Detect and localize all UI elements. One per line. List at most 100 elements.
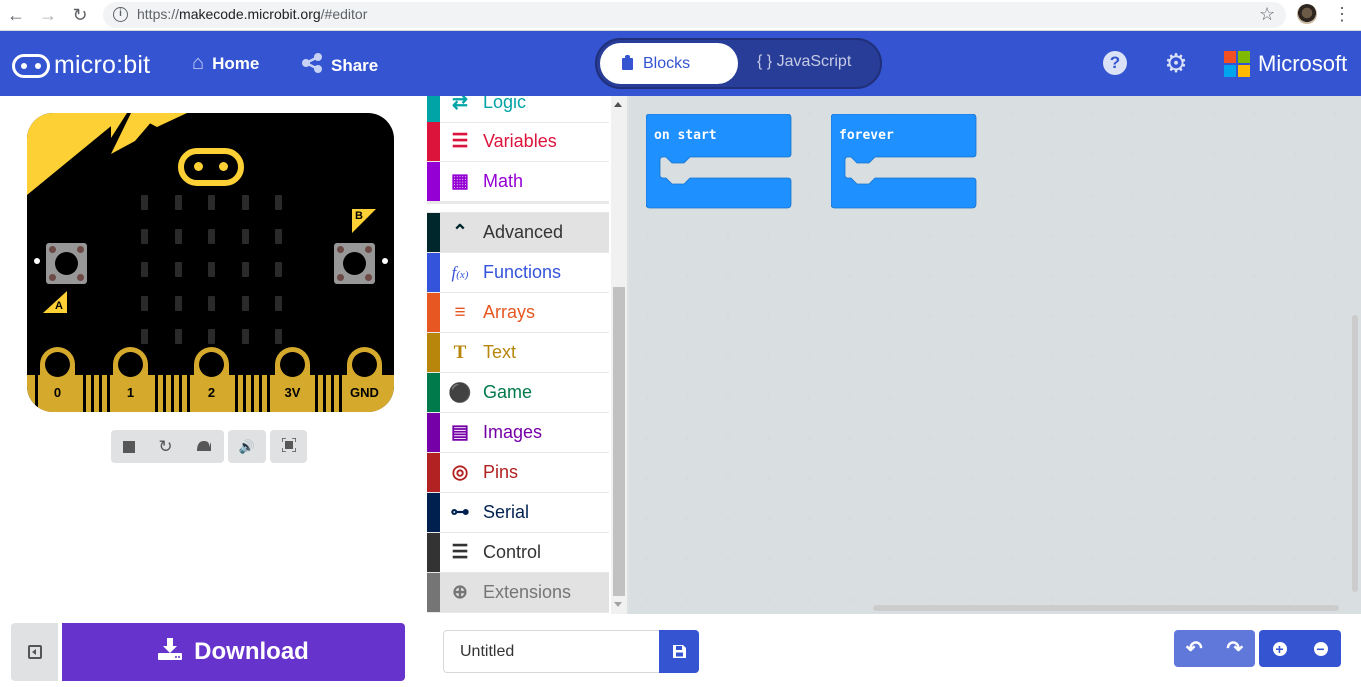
microsoft-grid-icon (1224, 51, 1250, 77)
edge-finger (91, 375, 94, 412)
gear-icon[interactable]: ⚙ (1164, 50, 1188, 76)
toolbox-category-pins[interactable]: ◎ Pins (427, 453, 609, 493)
toolbox-category-advanced[interactable]: ⌃ Advanced (427, 213, 609, 253)
category-label: Images (483, 422, 543, 442)
scroll-up-icon[interactable] (614, 102, 622, 107)
microbit-face-logo[interactable] (178, 148, 244, 186)
address-bar[interactable]: i https://makecode.microbit.org/#editor … (103, 2, 1286, 28)
edge-finger (171, 375, 174, 412)
toolbox-category-functions[interactable]: f(x) Functions (427, 253, 609, 293)
zoom-out-icon[interactable]: − (1313, 641, 1328, 656)
pin-label: GND (350, 385, 379, 400)
home-icon: ⌂ (192, 52, 205, 74)
stop-icon[interactable] (122, 440, 135, 453)
workspace-horizontal-scrollbar[interactable] (873, 605, 1339, 611)
collapse-simulator-button[interactable] (11, 623, 58, 681)
button-b-label: B (355, 210, 363, 222)
toolbox-category-extensions[interactable]: ⊕ Extensions (427, 573, 609, 613)
text-icon: T (453, 341, 467, 363)
redo-icon[interactable]: ↷ (1226, 636, 1243, 661)
category-label: Variables (483, 131, 557, 151)
editor-footer: Download ↶ ↷ + − (0, 614, 1361, 687)
led (275, 195, 282, 210)
led (174, 228, 182, 244)
toolbox-category-serial[interactable]: ⊶ Serial (427, 493, 609, 533)
button-a[interactable] (46, 243, 87, 284)
restart-icon[interactable]: ↻ (158, 437, 172, 457)
kebab-icon[interactable]: ⋮ (1333, 3, 1351, 25)
forever-block[interactable]: forever (830, 113, 977, 214)
pin-3v[interactable] (275, 347, 310, 412)
led (174, 195, 182, 210)
category-color-bar (427, 453, 440, 492)
download-button[interactable]: Download (62, 623, 405, 681)
microsoft-logo[interactable]: Microsoft (1224, 51, 1347, 77)
zoom-in-icon[interactable]: + (1272, 641, 1287, 656)
undo-icon[interactable]: ↶ (1186, 636, 1203, 661)
pin-0[interactable] (40, 347, 75, 412)
led (208, 228, 215, 244)
microsoft-text: Microsoft (1258, 51, 1348, 76)
led (241, 195, 249, 210)
pin-gnd[interactable] (347, 347, 382, 412)
zoom-group: + − (1259, 630, 1341, 667)
category-color-bar (427, 122, 440, 161)
edge-finger (235, 375, 238, 412)
profile-avatar[interactable] (1297, 4, 1317, 24)
arrow-left-icon[interactable]: ← (4, 4, 28, 26)
javascript-tab[interactable]: { } JavaScript (757, 53, 851, 71)
microbit-logo[interactable]: micro:bit (12, 51, 150, 80)
category-label: Game (483, 382, 533, 402)
edge-finger (315, 375, 318, 412)
reload-icon[interactable]: ↻ (68, 4, 92, 26)
browser-toolbar: ← → ↻ i https://makecode.microbit.org/#e… (0, 0, 1361, 31)
share-button[interactable]: Share (301, 52, 378, 80)
function-icon: f(x) (451, 262, 469, 282)
category-label: Extensions (483, 582, 572, 602)
toolbox-category-images[interactable]: ▤ Images (427, 413, 609, 453)
category-label: Math (483, 171, 524, 191)
pin-label: 3V (284, 385, 301, 400)
workspace-vertical-scrollbar[interactable] (1352, 315, 1358, 592)
led (174, 295, 182, 311)
shuffle-icon: ⇄ (452, 96, 468, 113)
info-icon[interactable]: i (113, 7, 128, 22)
mute-button[interactable]: 🔊 (228, 430, 266, 463)
star-icon[interactable]: ☆ (1259, 4, 1275, 25)
blocks-workspace[interactable]: on start forever (627, 96, 1361, 614)
help-icon[interactable]: ? (1103, 51, 1127, 75)
fullscreen-button[interactable] (270, 430, 307, 463)
category-label: Arrays (483, 302, 536, 322)
microbit-board: A B 0 1 2 3V GND (27, 113, 394, 412)
toolbox-category-game[interactable]: ⚫ Game (427, 373, 609, 413)
home-button[interactable]: ⌂ Home (192, 52, 259, 75)
target-icon: ◎ (451, 462, 469, 483)
toolbox-scrollbar[interactable] (611, 96, 627, 614)
home-label: Home (212, 53, 260, 73)
arrow-right-icon[interactable]: → (36, 4, 60, 26)
toolbox-category-variables[interactable]: ☰ Variables (427, 122, 609, 162)
led (208, 329, 215, 344)
fullscreen-icon (280, 437, 297, 455)
category-color-bar (427, 293, 440, 332)
toolbox-category-logic[interactable]: ⇄ Logic (427, 96, 609, 123)
category-color-bar (427, 413, 440, 452)
gamepad-icon: ⚫ (448, 382, 472, 404)
toolbox-category-math[interactable]: ▦ Math (427, 162, 609, 202)
pin-1[interactable] (113, 347, 148, 412)
toolbox-category-control[interactable]: ☰ Control (427, 533, 609, 573)
blocks-tab[interactable]: Blocks (600, 43, 738, 84)
button-b[interactable] (334, 243, 375, 284)
on-start-block[interactable]: on start (645, 113, 792, 214)
sim-controls: ↻ (111, 430, 224, 463)
scroll-thumb[interactable] (613, 287, 625, 596)
button-a-label: A (55, 300, 63, 312)
project-name-input[interactable] (443, 630, 660, 673)
category-label: Advanced (483, 222, 564, 242)
toolbox-category-text[interactable]: T Text (427, 333, 609, 373)
save-button[interactable] (659, 630, 699, 673)
pin-2[interactable] (194, 347, 229, 412)
snail-icon[interactable] (196, 439, 212, 455)
toolbox-category-arrays[interactable]: ≡ Arrays (427, 293, 609, 333)
scroll-down-icon[interactable] (614, 602, 622, 607)
